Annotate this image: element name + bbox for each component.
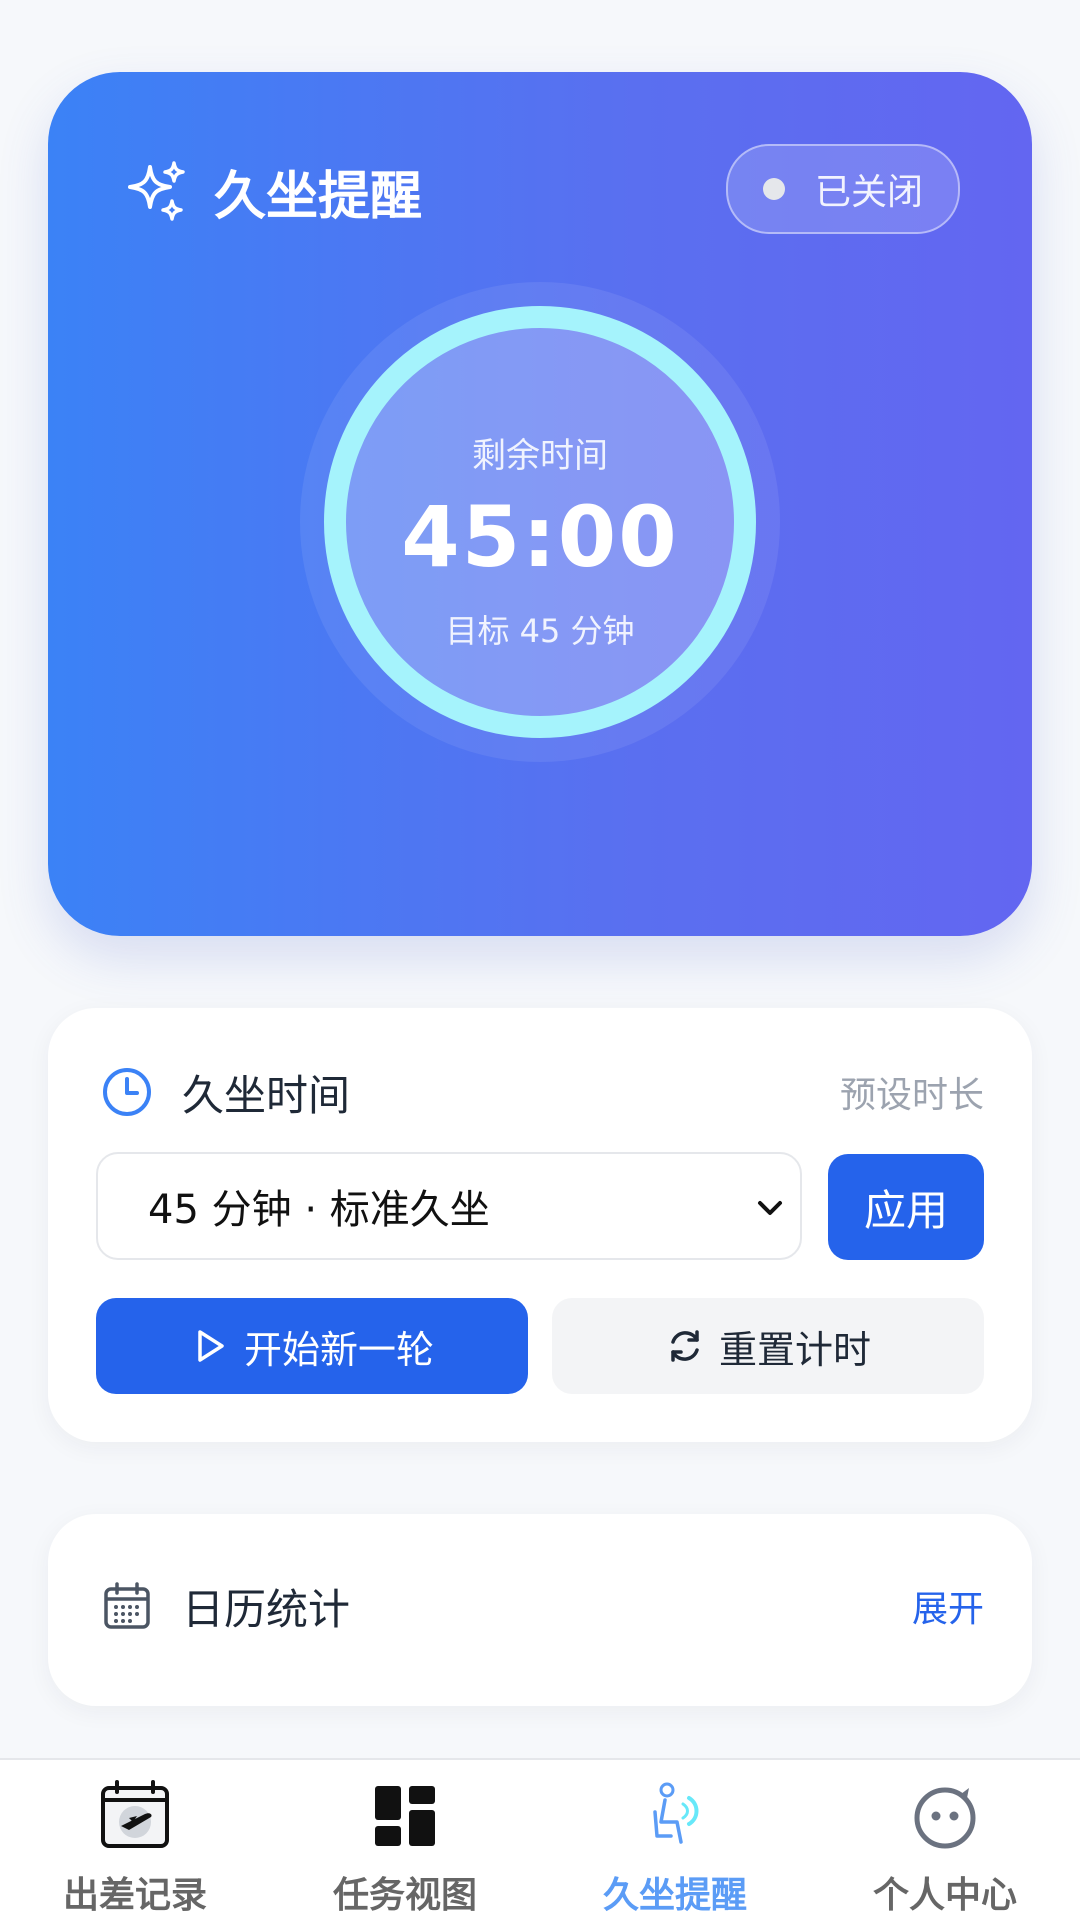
duration-select[interactable]: 45 分钟 · 标准久坐 bbox=[96, 1152, 802, 1260]
preset-duration-note: 预设时长 bbox=[839, 1075, 984, 1116]
expand-link[interactable]: 展开 bbox=[912, 1580, 984, 1632]
travel-calendar-icon bbox=[101, 1780, 169, 1848]
nav-label: 个人中心 bbox=[872, 1875, 1017, 1916]
sparkle-icon bbox=[128, 160, 185, 221]
status-label: 已关闭 bbox=[814, 172, 923, 213]
reset-timer-label: 重置计时 bbox=[718, 1327, 871, 1372]
reminder-status-toggle[interactable]: 已关闭 bbox=[726, 144, 960, 234]
play-icon bbox=[198, 1330, 224, 1362]
timer-ring: 剩余时间 45:00 目标 45 分钟 bbox=[324, 306, 756, 738]
calendar-stats-header: 日历统计 展开 bbox=[100, 1576, 984, 1636]
sitting-time-card: 久坐时间 预设时长 45 分钟 · 标准久坐 应用 开始新一轮 重置计时 bbox=[48, 1008, 1032, 1442]
nav-item-task-view[interactable]: 任务视图 bbox=[270, 1760, 540, 1922]
clock-icon bbox=[103, 1068, 151, 1116]
nav-item-travel-records[interactable]: 出差记录 bbox=[0, 1760, 270, 1922]
calendar-stats-card: 日历统计 展开 bbox=[48, 1514, 1032, 1706]
nav-item-profile[interactable]: 个人中心 bbox=[810, 1760, 1080, 1922]
duration-selected-value: 45 分钟 · 标准久坐 bbox=[148, 1187, 490, 1233]
chevron-down-icon bbox=[758, 1201, 782, 1215]
reminder-hero-card: 久坐提醒 已关闭 剩余时间 45:00 目标 45 分钟 bbox=[48, 72, 1032, 936]
nav-label: 久坐提醒 bbox=[602, 1875, 747, 1916]
calendar-icon bbox=[104, 1582, 150, 1629]
timer-label: 剩余时间 bbox=[472, 436, 608, 476]
nav-item-sitting-reminder[interactable]: 久坐提醒 bbox=[540, 1760, 810, 1922]
reset-timer-button[interactable]: 重置计时 bbox=[552, 1298, 984, 1394]
sitting-person-icon bbox=[653, 1782, 699, 1844]
timer-target: 目标 45 分钟 bbox=[445, 612, 635, 650]
profile-face-icon bbox=[914, 1787, 976, 1849]
refresh-icon bbox=[671, 1330, 699, 1362]
nav-label: 出差记录 bbox=[62, 1875, 207, 1916]
timer-value: 45:00 bbox=[401, 488, 679, 586]
nav-label: 任务视图 bbox=[332, 1875, 477, 1916]
bottom-navigation: 出差记录 任务视图 久坐提醒 个人中心 bbox=[0, 1758, 1080, 1922]
start-new-round-button[interactable]: 开始新一轮 bbox=[96, 1298, 528, 1394]
status-dot bbox=[762, 178, 785, 200]
calendar-stats-title: 日历统计 bbox=[182, 1584, 351, 1634]
sitting-time-title: 久坐时间 bbox=[182, 1070, 351, 1120]
hero-title: 久坐提醒 bbox=[214, 167, 423, 227]
dashboard-grid-icon bbox=[375, 1786, 435, 1846]
hero-header: 久坐提醒 bbox=[122, 154, 422, 229]
apply-button[interactable]: 应用 bbox=[828, 1154, 984, 1260]
start-new-round-label: 开始新一轮 bbox=[243, 1327, 434, 1372]
sitting-time-header: 久坐时间 预设时长 bbox=[100, 1062, 984, 1122]
